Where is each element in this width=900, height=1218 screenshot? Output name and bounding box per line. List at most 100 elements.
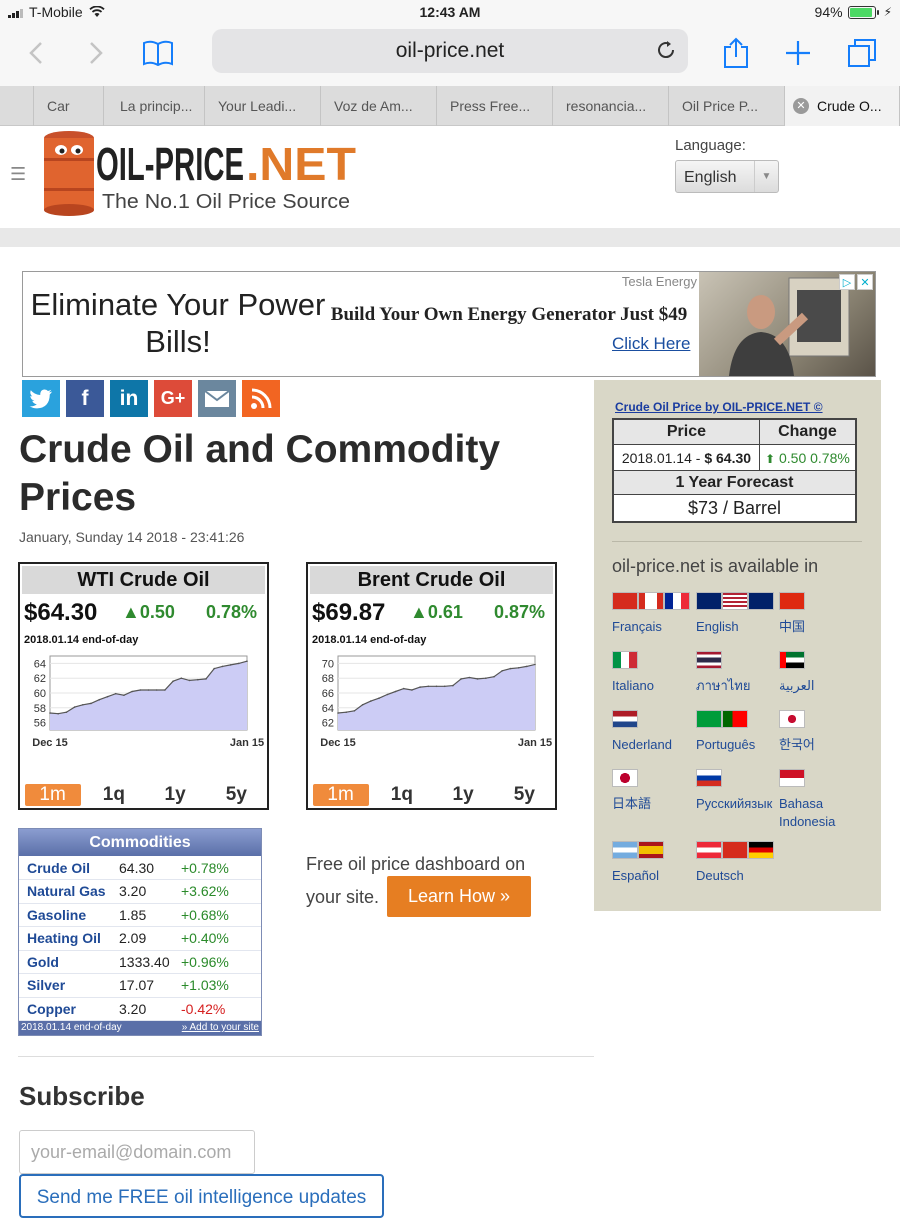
language-link[interactable]: Français: [612, 592, 696, 636]
range-1m[interactable]: 1m: [312, 784, 369, 806]
commodity-row[interactable]: Crude Oil 64.30 +0.78%: [19, 856, 261, 880]
back-icon[interactable]: [16, 36, 56, 70]
range-1q[interactable]: 1q: [374, 784, 430, 806]
range-1m[interactable]: 1m: [24, 784, 81, 806]
tab-5[interactable]: resonancia...: [553, 86, 669, 126]
data-point: [164, 689, 166, 691]
advertisement-banner[interactable]: Eliminate Your Power Bills! Tesla Energy…: [22, 271, 876, 377]
facebook-icon[interactable]: f: [66, 380, 104, 417]
data-point: [131, 690, 133, 693]
commodity-name[interactable]: Heating Oil: [19, 926, 111, 951]
tab-1[interactable]: La princip...: [104, 86, 205, 126]
language-link[interactable]: Español: [612, 841, 696, 885]
flag-th-icon: [696, 651, 722, 669]
data-point: [509, 667, 512, 670]
flag-pt-icon: [722, 710, 748, 728]
site-logo[interactable]: OIL-PRICE .NET The No.1 Oil Price Source: [38, 128, 368, 218]
social-share-bar: f in G+: [22, 380, 280, 417]
commodity-name[interactable]: Copper: [19, 997, 111, 1021]
tab-3[interactable]: Voz de Am...: [321, 86, 437, 126]
flag-group: [779, 710, 863, 730]
subscribe-heading: Subscribe: [19, 1081, 145, 1111]
subscribe-button[interactable]: Send me FREE oil intelligence updates: [19, 1174, 384, 1218]
range-1q[interactable]: 1q: [86, 784, 142, 806]
adchoices[interactable]: ▷ ✕: [839, 274, 873, 290]
data-point: [378, 697, 380, 699]
sidebar-price-link[interactable]: Crude Oil Price by OIL-PRICE.NET ©: [615, 400, 823, 414]
commodity-name[interactable]: Silver: [19, 973, 111, 998]
linkedin-icon[interactable]: in: [110, 380, 148, 417]
tab-active[interactable]: ✕ Crude O...: [785, 86, 900, 126]
data-point: [493, 675, 495, 678]
menu-icon[interactable]: ☰: [10, 164, 26, 185]
address-bar[interactable]: oil-price.net: [212, 29, 688, 73]
google-plus-icon[interactable]: G+: [154, 380, 192, 417]
commodity-row[interactable]: Natural Gas 3.20 +3.62%: [19, 879, 261, 904]
share-icon[interactable]: [716, 36, 756, 70]
language-link[interactable]: 日本語: [612, 769, 696, 813]
commodity-row[interactable]: Heating Oil 2.09 +0.40%: [19, 926, 261, 951]
tab-0[interactable]: Car: [34, 86, 104, 126]
commodity-row[interactable]: Gold 1333.40 +0.96%: [19, 950, 261, 974]
language-link[interactable]: Русскийязык: [696, 769, 780, 813]
forward-icon[interactable]: [76, 36, 116, 70]
data-point: [402, 687, 405, 690]
tab-edge[interactable]: [0, 86, 34, 126]
data-point: [221, 665, 224, 668]
language-select[interactable]: English ▼: [675, 160, 779, 193]
rss-icon[interactable]: [242, 380, 280, 417]
range-1y[interactable]: 1y: [435, 784, 491, 806]
range-5y[interactable]: 5y: [208, 784, 264, 806]
new-tab-icon[interactable]: [778, 36, 818, 70]
svg-text:.NET: .NET: [246, 138, 356, 190]
reload-icon[interactable]: [654, 38, 678, 62]
adchoices-icon[interactable]: ▷: [839, 274, 855, 290]
ad-cta-link[interactable]: Click Here: [612, 334, 690, 354]
data-point: [82, 704, 84, 706]
tabs-overview-icon[interactable]: [842, 36, 882, 70]
add-to-site-link[interactable]: » Add to your site: [182, 1021, 259, 1035]
email-field[interactable]: your-email@domain.com: [19, 1130, 255, 1174]
range-5y[interactable]: 5y: [496, 784, 552, 806]
commodity-name[interactable]: Crude Oil: [19, 856, 111, 880]
flag-group: [612, 592, 696, 612]
language-link[interactable]: 한국어: [779, 710, 863, 754]
commodity-row[interactable]: Copper 3.20 -0.42%: [19, 997, 261, 1021]
widget-price: $69.87: [312, 599, 386, 626]
widget-price: $64.30: [24, 599, 98, 626]
language-link[interactable]: Português: [696, 710, 780, 754]
language-link[interactable]: English: [696, 592, 780, 636]
email-icon[interactable]: [198, 380, 236, 417]
flag-group: [779, 769, 863, 789]
flag-au-icon: [696, 592, 722, 610]
language-link[interactable]: 中国: [779, 592, 863, 636]
close-tab-icon[interactable]: ✕: [793, 98, 809, 114]
data-point: [485, 677, 487, 679]
bookmarks-icon[interactable]: [138, 36, 178, 70]
tab-4[interactable]: Press Free...: [437, 86, 553, 126]
range-1y[interactable]: 1y: [147, 784, 203, 806]
commodity-row[interactable]: Gasoline 1.85 +0.68%: [19, 903, 261, 927]
commodity-name[interactable]: Natural Gas: [19, 879, 111, 904]
language-link[interactable]: Deutsch: [696, 841, 780, 885]
flag-group: [779, 592, 863, 612]
close-ad-icon[interactable]: ✕: [857, 274, 873, 290]
battery-indicator: 94% ⚡: [815, 4, 892, 20]
flag-group: [696, 769, 780, 789]
range-selector: 1m 1q 1y 5y: [22, 784, 267, 806]
language-link[interactable]: Nederland: [612, 710, 696, 754]
learn-how-button[interactable]: Learn How »: [387, 876, 531, 917]
tab-6[interactable]: Oil Price P...: [669, 86, 785, 126]
commodity-name[interactable]: Gold: [19, 950, 111, 974]
twitter-icon[interactable]: [22, 380, 60, 417]
commodity-name[interactable]: Gasoline: [19, 903, 111, 927]
tab-2[interactable]: Your Leadi...: [205, 86, 321, 126]
language-label: Language:: [675, 137, 746, 154]
language-link[interactable]: ภาษาไทย: [696, 651, 780, 695]
commodity-row[interactable]: Silver 17.07 +1.03%: [19, 973, 261, 998]
price-amount: $ 64.30: [704, 449, 752, 466]
language-label: Nederland: [612, 737, 672, 752]
language-link[interactable]: Italiano: [612, 651, 696, 695]
language-link[interactable]: Bahasa Indonesia: [779, 769, 863, 831]
language-link[interactable]: العربية: [779, 651, 863, 695]
